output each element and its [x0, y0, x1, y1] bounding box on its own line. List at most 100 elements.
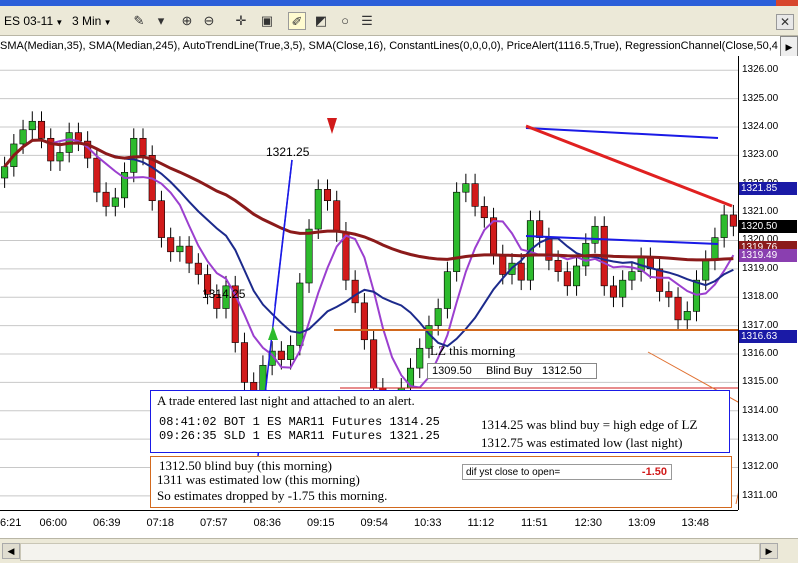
draw-icon[interactable]: ✐ [288, 12, 306, 30]
trade-line-1: 08:41:02 BOT 1 ES MAR11 Futures 1314.25 [159, 415, 440, 429]
candle-body [517, 262, 525, 281]
pencil-icon[interactable]: ✎ [130, 12, 148, 30]
price-tick-label: 1321.00 [742, 206, 779, 218]
price-tick-label: 1318.00 [742, 291, 779, 303]
morning-note-2: 1311 was estimated low (this morning) [157, 472, 360, 487]
lz-left-price: 1309.50 [432, 365, 472, 377]
horizontal-scrollbar[interactable]: ◀ ▶ [0, 538, 798, 563]
candle-body [176, 245, 184, 253]
candle-body [619, 279, 627, 298]
trade-line-2: 09:26:35 SLD 1 ES MAR11 Futures 1321.25 [159, 429, 440, 443]
properties-icon[interactable]: ▣ [258, 12, 276, 30]
price-tick-label: 1323.00 [742, 149, 779, 161]
time-tick-label: 6:21 [0, 517, 22, 529]
instrument-select[interactable]: ES 03-11 ▼ [4, 12, 68, 30]
price-marker-label: 1321.85 [739, 181, 797, 195]
scroll-right-arrow-icon[interactable]: ▶ [760, 543, 778, 559]
time-tick-label: 06:39 [93, 517, 121, 529]
candle-body [462, 183, 470, 193]
candle-body [729, 214, 737, 227]
candle-body [28, 120, 36, 131]
candle-body [102, 191, 110, 207]
price-tick-label: 1315.00 [742, 376, 779, 388]
candle-body [19, 129, 27, 145]
candle-body [554, 260, 562, 272]
dif-readout: dif yst close to open= -1.50 [462, 464, 672, 480]
candle-body [665, 291, 673, 298]
candle-body [56, 152, 64, 162]
candle-body [609, 285, 617, 298]
candle-body [277, 350, 285, 360]
buy-arrow-marker [268, 326, 278, 340]
candle-body [370, 339, 378, 389]
price-tick-label: 1324.00 [742, 120, 779, 132]
time-axis: 6:21 06:00 06:39 07:18 07:57 08:36 09:15 09:54 1… [0, 510, 738, 533]
candle-body [683, 311, 691, 321]
time-tick-label: 11:12 [467, 517, 495, 529]
candle-body [499, 254, 507, 275]
candle-body [674, 296, 682, 321]
candle-body [139, 137, 147, 156]
price-tick-label: 1314.00 [742, 404, 779, 416]
time-tick-label: 13:48 [681, 517, 710, 529]
trade-header: A trade entered last night and attached … [157, 393, 415, 408]
candle-body [314, 189, 322, 230]
time-tick-label: 09:15 [307, 517, 335, 529]
crosshair-icon[interactable]: ✛ [232, 12, 250, 30]
candle-body [628, 271, 636, 281]
candle-body [563, 271, 571, 287]
candle-body [333, 200, 341, 233]
scroll-track[interactable] [20, 543, 760, 561]
lz-blind-price: 1312.50 [542, 365, 582, 377]
lz-label: LZ this morning [430, 343, 516, 358]
candle-body [711, 237, 719, 261]
candle-body [656, 268, 664, 292]
price-tick-label: 1312.00 [742, 461, 779, 473]
interval-label: 3 Min [72, 14, 102, 28]
price-marker-label: 1320.50 [739, 220, 797, 234]
circle-icon[interactable]: ○ [336, 12, 354, 30]
zoom-out-icon[interactable]: ⊖ [200, 12, 218, 30]
time-tick-label: 11:51 [521, 517, 548, 529]
price-tick-label: 1313.00 [742, 433, 779, 445]
dif-value: -1.50 [641, 466, 667, 478]
trade-notes-box: A trade entered last night and attached … [150, 390, 730, 453]
zoom-in-icon[interactable]: ⊕ [178, 12, 196, 30]
price-marker-label: 1316.63 [739, 330, 797, 344]
candle-body [157, 200, 165, 238]
scroll-left-arrow-icon[interactable]: ◀ [2, 543, 20, 559]
pencil-dropdown-icon[interactable]: ▾ [152, 12, 170, 30]
price-tick-label: 1311.00 [742, 489, 778, 501]
scroll-right-button[interactable]: ▶ [780, 36, 798, 58]
list-icon[interactable]: ☰ [358, 12, 376, 30]
candle-body [443, 271, 451, 309]
close-icon[interactable]: ✕ [776, 14, 794, 30]
candle-body [185, 245, 193, 264]
candle-body [37, 120, 46, 139]
candle-body [240, 342, 248, 383]
price-marker-label: 1319.49 [739, 248, 797, 262]
candle-body [296, 282, 304, 346]
price-tick-label: 1319.00 [742, 262, 779, 274]
sell-arrow-marker [327, 118, 337, 134]
candle-body [194, 262, 202, 275]
dif-label: dif yst close to open= [466, 467, 561, 478]
time-tick-label: 12:30 [574, 517, 603, 529]
interval-select[interactable]: 3 Min ▼ [72, 12, 126, 30]
candle-body [351, 279, 359, 304]
candle-body [480, 206, 488, 219]
price-tick-label: 1325.00 [742, 92, 779, 104]
chevron-down-icon: ▼ [53, 18, 64, 27]
candle-body [536, 220, 544, 238]
time-tick-label: 08:36 [253, 517, 282, 529]
candle-body [323, 189, 332, 202]
candle-body [573, 265, 581, 287]
lz-blind-label: Blind Buy [486, 365, 533, 377]
candle-body [1, 166, 9, 179]
candle-body [702, 260, 710, 281]
candle-body [93, 157, 101, 193]
time-tick-label: 07:18 [146, 517, 175, 529]
time-tick-label: 09:54 [360, 517, 389, 529]
chart-icon[interactable]: ◩ [312, 12, 330, 30]
candle-body [471, 183, 479, 207]
